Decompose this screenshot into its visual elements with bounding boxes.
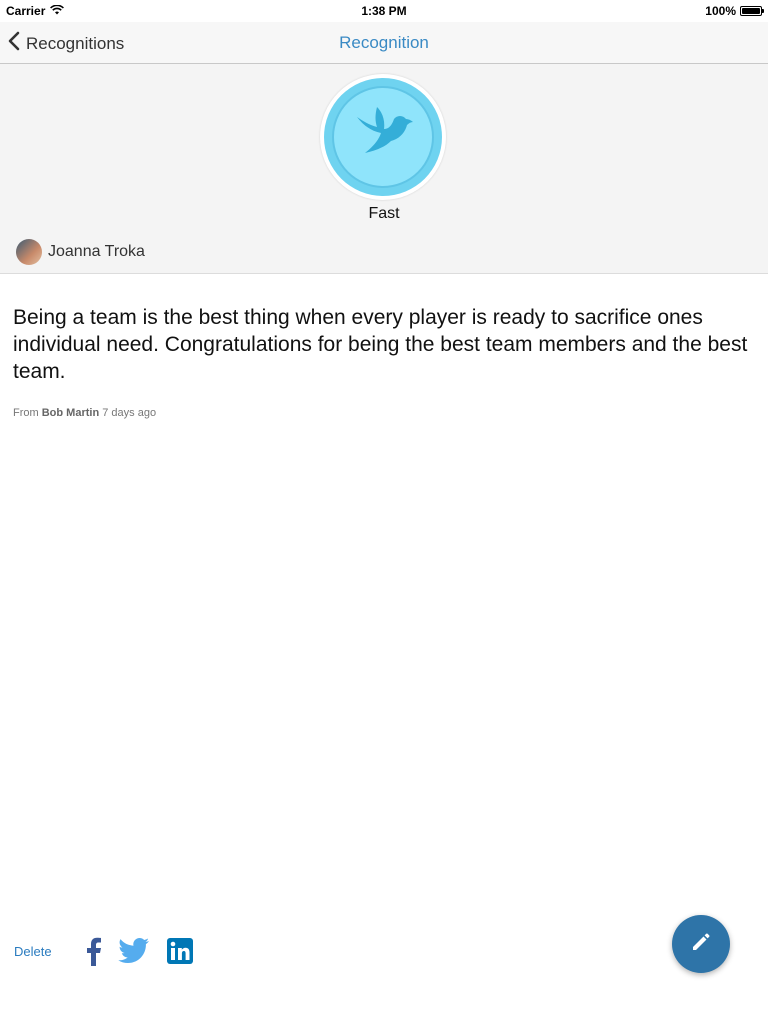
status-time: 1:38 PM — [361, 4, 407, 18]
message-meta: From Bob Martin 7 days ago — [13, 407, 156, 419]
navigation-bar: Recognitions Recognition — [0, 22, 768, 64]
recognition-message: Being a team is the best thing when ever… — [13, 306, 748, 383]
linkedin-icon[interactable] — [167, 938, 193, 964]
sender-name[interactable]: Bob Martin — [42, 407, 99, 419]
badge-inner — [332, 86, 434, 188]
dove-icon — [351, 103, 415, 172]
page-title: Recognition — [339, 33, 429, 52]
edit-fab-button[interactable] — [672, 915, 730, 973]
battery-percent: 100% — [705, 4, 736, 18]
from-prefix: From — [13, 407, 39, 419]
recipient[interactable]: Joanna Troka — [16, 239, 145, 265]
pencil-icon — [690, 931, 712, 958]
facebook-icon[interactable] — [84, 936, 102, 966]
time-ago: 7 days ago — [102, 407, 157, 419]
avatar — [16, 239, 42, 265]
recognition-header: Fast Joanna Troka — [0, 64, 768, 274]
delete-button[interactable]: Delete — [14, 944, 52, 959]
status-right: 100% — [705, 4, 764, 18]
battery-icon — [740, 6, 764, 16]
badge-name: Fast — [368, 205, 400, 222]
recipient-name: Joanna Troka — [48, 243, 145, 260]
badge — [320, 74, 446, 200]
badge-ring — [324, 78, 442, 196]
twitter-icon[interactable] — [118, 936, 150, 966]
status-bar: Carrier 1:38 PM 100% — [0, 0, 768, 22]
